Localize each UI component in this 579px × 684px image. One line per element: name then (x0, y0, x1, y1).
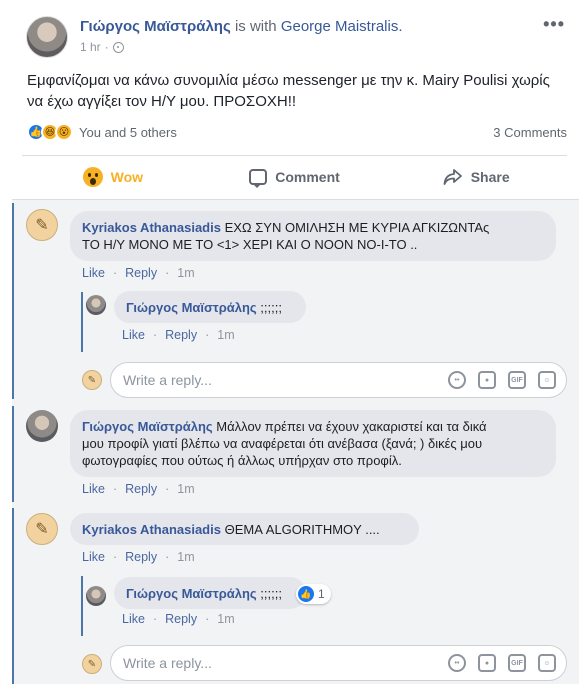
comment-author[interactable]: Kyriakos Athanasiadis (82, 522, 221, 537)
comment-time[interactable]: 1m (177, 266, 194, 280)
comment-text: μου προφίλ γιατί βλέπω να αναφέρεται ότι… (82, 436, 483, 451)
comment-actions: Like · Reply · 1m (82, 550, 195, 564)
comment-icon (249, 169, 268, 188)
comment-label: Comment (275, 169, 340, 185)
thread-accent (12, 508, 14, 684)
share-icon (443, 169, 462, 185)
comment-text: ΕΧΩ ΣΥΝ ΟΜΙΛΗΣΗ ΜΕ ΚΥΡΙΑ ΑΓΚΙΖΩΝΤΑς (224, 220, 490, 235)
reply-box-icons: •• ● GIF ☺ (448, 654, 556, 672)
more-icon[interactable]: ••• (543, 14, 565, 35)
reply-accent (81, 292, 83, 352)
replier-avatar[interactable] (86, 295, 106, 315)
like-reaction-icon: 👍 (298, 586, 314, 602)
reaction-icons[interactable]: 👍 😆 😮 (27, 123, 73, 141)
share-button[interactable]: Share (385, 157, 567, 197)
comment-text: ΤΟ Η/Υ ΜΟΝΟ ΜΕ ΤΟ <1> ΧΕΡΙ ΚΑΙ Ο ΝΟΟΝ ΝΟ… (82, 237, 418, 252)
reply-box[interactable]: •• ● GIF ☺ (110, 362, 567, 398)
reply-box[interactable]: •• ● GIF ☺ (110, 645, 567, 681)
post-actions: Wow Comment Share (22, 157, 567, 197)
gif-icon[interactable]: GIF (508, 371, 526, 389)
wow-button[interactable]: Wow (22, 157, 204, 197)
gif-icon[interactable]: GIF (508, 654, 526, 672)
emoji-icon[interactable]: •• (448, 371, 466, 389)
reactions-bar: 👍 😆 😮 You and 5 others 3 Comments (27, 122, 567, 142)
comment-text: ΘΕΜΑ ALGORITHMOY .... (224, 522, 380, 537)
reply-author[interactable]: Γιώργος Μαϊστράλης (126, 586, 257, 601)
reply-link[interactable]: Reply (125, 550, 157, 564)
reply-text: ;;;;;; (260, 300, 282, 315)
globe-icon[interactable] (112, 41, 124, 53)
reply-box-avatar: ✎ (82, 370, 102, 390)
wow-icon (82, 167, 103, 187)
post-meta: 1 hr · (80, 40, 124, 54)
wow-reaction-icon: 😮 (55, 123, 73, 141)
reply-text: ;;;;;; (260, 586, 282, 601)
like-link[interactable]: Like (82, 550, 105, 564)
comments-panel: ✎ Kyriakos Athanasiadis ΕΧΩ ΣΥΝ ΟΜΙΛΗΣΗ … (12, 199, 579, 684)
like-link[interactable]: Like (122, 328, 145, 342)
camera-icon[interactable]: ● (478, 371, 496, 389)
comment-text: φωτογραφίες που ούτως ή άλλως υπήρχαν στ… (82, 453, 402, 468)
reply-time[interactable]: 1m (217, 612, 234, 626)
comment-bubble: Γιώργος Μαϊστράλης Μάλλον πρέπει να έχου… (70, 410, 556, 477)
comments-count[interactable]: 3 Comments (493, 125, 567, 140)
comment-time[interactable]: 1m (177, 550, 194, 564)
reply-link[interactable]: Reply (125, 266, 157, 280)
camera-icon[interactable]: ● (478, 654, 496, 672)
reply-accent (81, 576, 83, 636)
like-count: 1 (318, 587, 325, 601)
post-text: Εμφανίζομαι να κάνω συνομιλία μέσω messe… (27, 72, 550, 110)
reply-actions: Like · Reply · 1m (122, 328, 235, 342)
comment-author[interactable]: Γιώργος Μαϊστράλης (82, 419, 213, 434)
tagged-name[interactable]: George Maistralis. (281, 18, 403, 35)
with-text: is with (234, 18, 277, 35)
post-time[interactable]: 1 hr (80, 40, 101, 54)
like-link[interactable]: Like (122, 612, 145, 626)
sticker-icon[interactable]: ☺ (538, 654, 556, 672)
reply-bubble: Γιώργος Μαϊστράλης ;;;;;; (114, 291, 306, 323)
reply-bubble: Γιώργος Μαϊστράλης ;;;;;; (114, 577, 306, 609)
reply-box-icons: •• ● GIF ☺ (448, 371, 556, 389)
comment-text: Μάλλον πρέπει να έχουν χακαριστεί και τα… (216, 419, 487, 434)
reactions-count[interactable]: You and 5 others (79, 125, 177, 140)
divider (22, 155, 567, 156)
comment-time[interactable]: 1m (177, 482, 194, 496)
replier-avatar[interactable] (86, 586, 106, 606)
reply-link[interactable]: Reply (165, 328, 197, 342)
reply-input[interactable] (123, 372, 448, 388)
reply-actions: Like · Reply · 1m (122, 612, 235, 626)
post-header: Γιώργος Μαϊστράλης is with George Maistr… (12, 12, 569, 62)
reply-input[interactable] (123, 655, 448, 671)
reply-link[interactable]: Reply (125, 482, 157, 496)
thread-accent (12, 203, 14, 399)
reply-box-avatar: ✎ (82, 654, 102, 674)
comment-bubble: Kyriakos Athanasiadis ΘΕΜΑ ALGORITHMOY .… (70, 513, 419, 545)
like-link[interactable]: Like (82, 482, 105, 496)
reply-link[interactable]: Reply (165, 612, 197, 626)
share-label: Share (470, 169, 510, 185)
comment-button[interactable]: Comment (204, 157, 386, 197)
reply-time[interactable]: 1m (217, 328, 234, 342)
reply-like-badge[interactable]: 👍 1 (296, 584, 331, 604)
commenter-avatar[interactable] (26, 410, 58, 442)
author-name[interactable]: Γιώργος Μαϊστράλης (80, 18, 231, 35)
comment-bubble: Kyriakos Athanasiadis ΕΧΩ ΣΥΝ ΟΜΙΛΗΣΗ ΜΕ… (70, 211, 556, 261)
like-link[interactable]: Like (82, 266, 105, 280)
reply-author[interactable]: Γιώργος Μαϊστράλης (126, 300, 257, 315)
commenter-avatar[interactable]: ✎ (26, 513, 58, 545)
comment-author[interactable]: Kyriakos Athanasiadis (82, 220, 221, 235)
wow-label: Wow (110, 169, 144, 185)
author-avatar[interactable] (26, 16, 68, 58)
emoji-icon[interactable]: •• (448, 654, 466, 672)
thread-accent (12, 406, 14, 502)
comment-actions: Like · Reply · 1m (82, 482, 195, 496)
sticker-icon[interactable]: ☺ (538, 371, 556, 389)
comment-actions: Like · Reply · 1m (82, 266, 195, 280)
commenter-avatar[interactable]: ✎ (26, 209, 58, 241)
author-line: Γιώργος Μαϊστράλης is with George Maistr… (80, 18, 403, 35)
